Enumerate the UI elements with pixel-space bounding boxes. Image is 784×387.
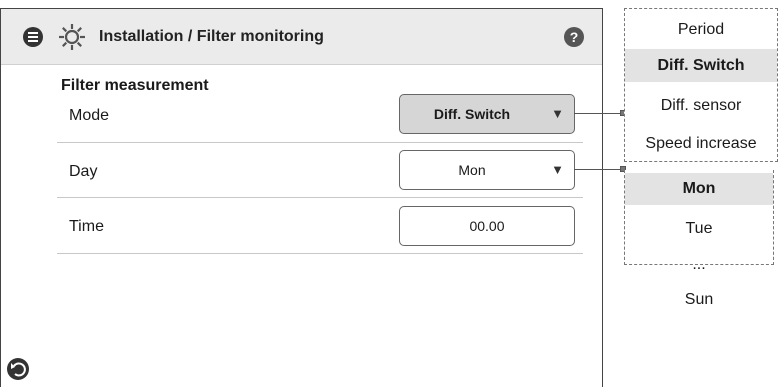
mode-option[interactable]: Speed increase: [625, 135, 777, 153]
mode-label: Mode: [69, 107, 110, 124]
menu-icon[interactable]: [23, 27, 43, 47]
time-label: Time: [69, 218, 104, 235]
divider: [57, 197, 583, 198]
divider: [57, 253, 583, 254]
mode-value: Diff. Switch: [433, 106, 511, 122]
day-dropdown-spacer: [624, 168, 774, 265]
help-icon[interactable]: ?: [564, 27, 584, 47]
mode-select[interactable]: Diff. Switch ▼: [399, 94, 575, 134]
back-icon[interactable]: [7, 358, 29, 380]
dropdown-arrow-icon: ▼: [551, 106, 564, 121]
day-value: Mon: [458, 162, 486, 178]
dropdown-arrow-icon: ▼: [551, 162, 564, 177]
mode-option[interactable]: Diff. sensor: [625, 97, 777, 115]
mode-option-selected[interactable]: Diff. Switch: [625, 49, 777, 82]
day-connector: [574, 169, 624, 170]
section-title: Filter measurement: [61, 77, 209, 94]
page-title: Installation / Filter monitoring: [99, 28, 324, 45]
day-label: Day: [69, 163, 98, 180]
day-select[interactable]: Mon ▼: [399, 150, 575, 190]
mode-connector: [574, 113, 624, 114]
filter-monitoring-panel: Installation / Filter monitoring ? Filte…: [0, 8, 603, 387]
mode-dropdown-list: Period Diff. Switch Diff. sensor Speed i…: [624, 8, 778, 162]
day-option[interactable]: Sun: [625, 291, 773, 309]
divider: [57, 142, 583, 143]
time-input[interactable]: 00.00: [399, 206, 575, 246]
time-value: 00.00: [469, 218, 505, 234]
header-bar: Installation / Filter monitoring ?: [1, 9, 602, 65]
day-dropdown-end: [624, 265, 774, 266]
mode-option[interactable]: Period: [625, 21, 777, 39]
gear-icon: [59, 24, 85, 50]
